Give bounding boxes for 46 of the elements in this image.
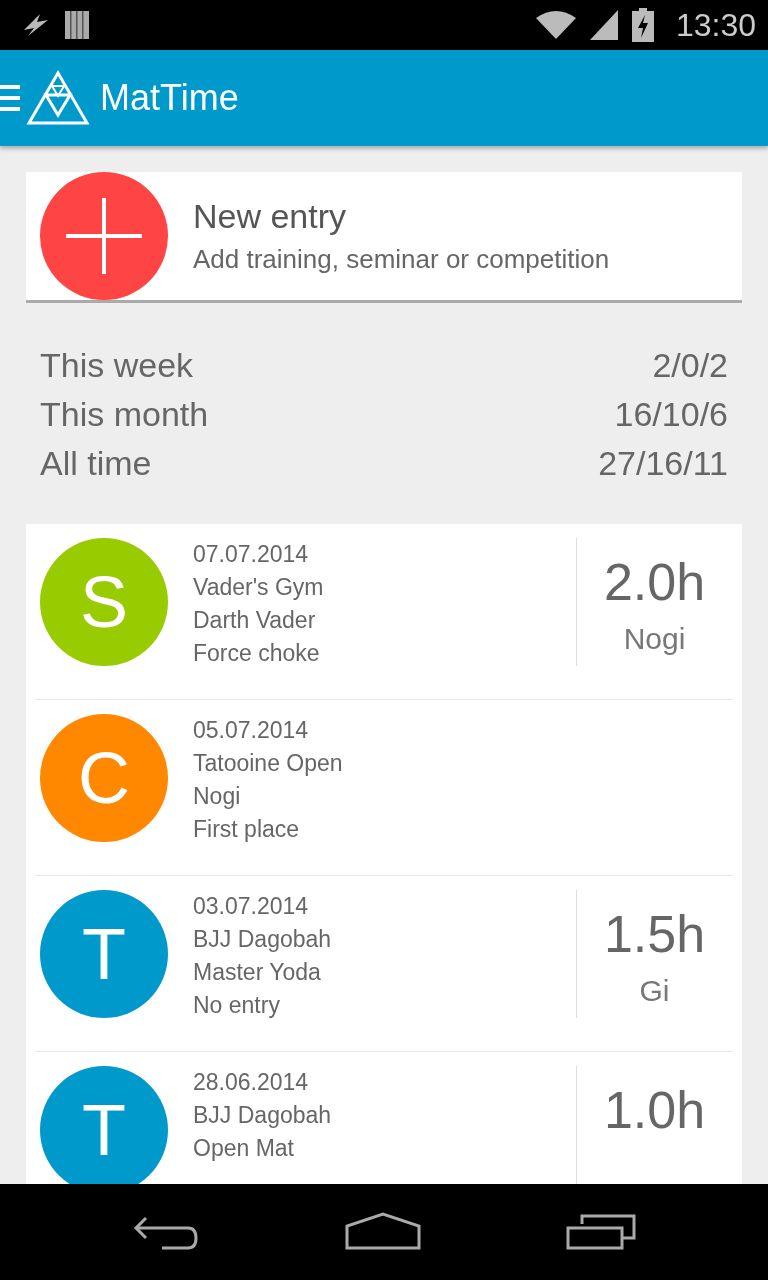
entry-avatar: S — [40, 538, 168, 666]
new-entry-title: New entry — [193, 197, 348, 236]
entry-detail: Darth Vader — [193, 606, 317, 635]
home-icon[interactable] — [345, 1212, 421, 1252]
wifi-icon — [535, 10, 576, 40]
entry-hours: 1.0h — [603, 1080, 706, 1140]
stat-label: All time — [40, 444, 152, 483]
entry-row[interactable]: T 03.07.2014 BJJ Dagobah Master Yoda No entry 1.5h Gi — [36, 876, 732, 1052]
entry-detail: BJJ Dagobah — [193, 925, 333, 954]
entry-date: 07.07.2014 — [193, 540, 310, 569]
app-title: MatTime — [100, 77, 239, 119]
stat-label: This month — [40, 395, 209, 434]
recent-apps-icon[interactable] — [565, 1214, 636, 1250]
entry-detail: Vader's Gym — [193, 573, 325, 602]
signal-icon — [589, 10, 618, 40]
menu-icon[interactable] — [0, 83, 20, 113]
triangle-logo-icon — [26, 70, 90, 126]
entry-avatar: T — [40, 890, 168, 1018]
entry-avatar: C — [40, 714, 168, 842]
stat-value: 2/0/2 — [652, 346, 728, 385]
status-time: 13:30 — [675, 6, 756, 44]
entry-date: 03.07.2014 — [193, 892, 310, 921]
entry-row[interactable]: S 07.07.2014 Vader's Gym Darth Vader Force choke 2.0h Nogi — [36, 524, 732, 700]
entry-detail: Force choke — [193, 639, 321, 668]
entry-detail: No entry — [193, 991, 281, 1020]
entry-detail: Tatooine Open — [193, 749, 344, 778]
stat-label: This week — [40, 346, 194, 385]
new-entry-card[interactable]: New entry Add training, seminar or competition — [26, 172, 742, 303]
new-entry-subtitle: Add training, seminar or competition — [193, 244, 610, 275]
entry-detail: First place — [193, 815, 301, 844]
entry-type: Gi — [639, 974, 670, 1008]
battery-icon — [631, 8, 654, 42]
entry-date: 05.07.2014 — [193, 716, 310, 745]
entry-detail: Open Mat — [193, 1134, 295, 1163]
entry-detail: Nogi — [193, 782, 242, 811]
entry-hours: 2.0h — [603, 552, 706, 612]
entry-avatar: T — [40, 1066, 168, 1184]
entry-type: Nogi — [623, 622, 686, 656]
battery-bars-icon — [64, 10, 90, 40]
entry-detail: BJJ Dagobah — [193, 1101, 333, 1130]
stat-value: 16/10/6 — [614, 395, 728, 434]
stat-value: 27/16/11 — [598, 444, 728, 483]
entry-date: 28.06.2014 — [193, 1068, 310, 1097]
entry-detail: Master Yoda — [193, 958, 322, 987]
entry-hours: 1.5h — [603, 904, 706, 964]
entry-row[interactable]: C 05.07.2014 Tatooine Open Nogi First place — [36, 700, 732, 876]
